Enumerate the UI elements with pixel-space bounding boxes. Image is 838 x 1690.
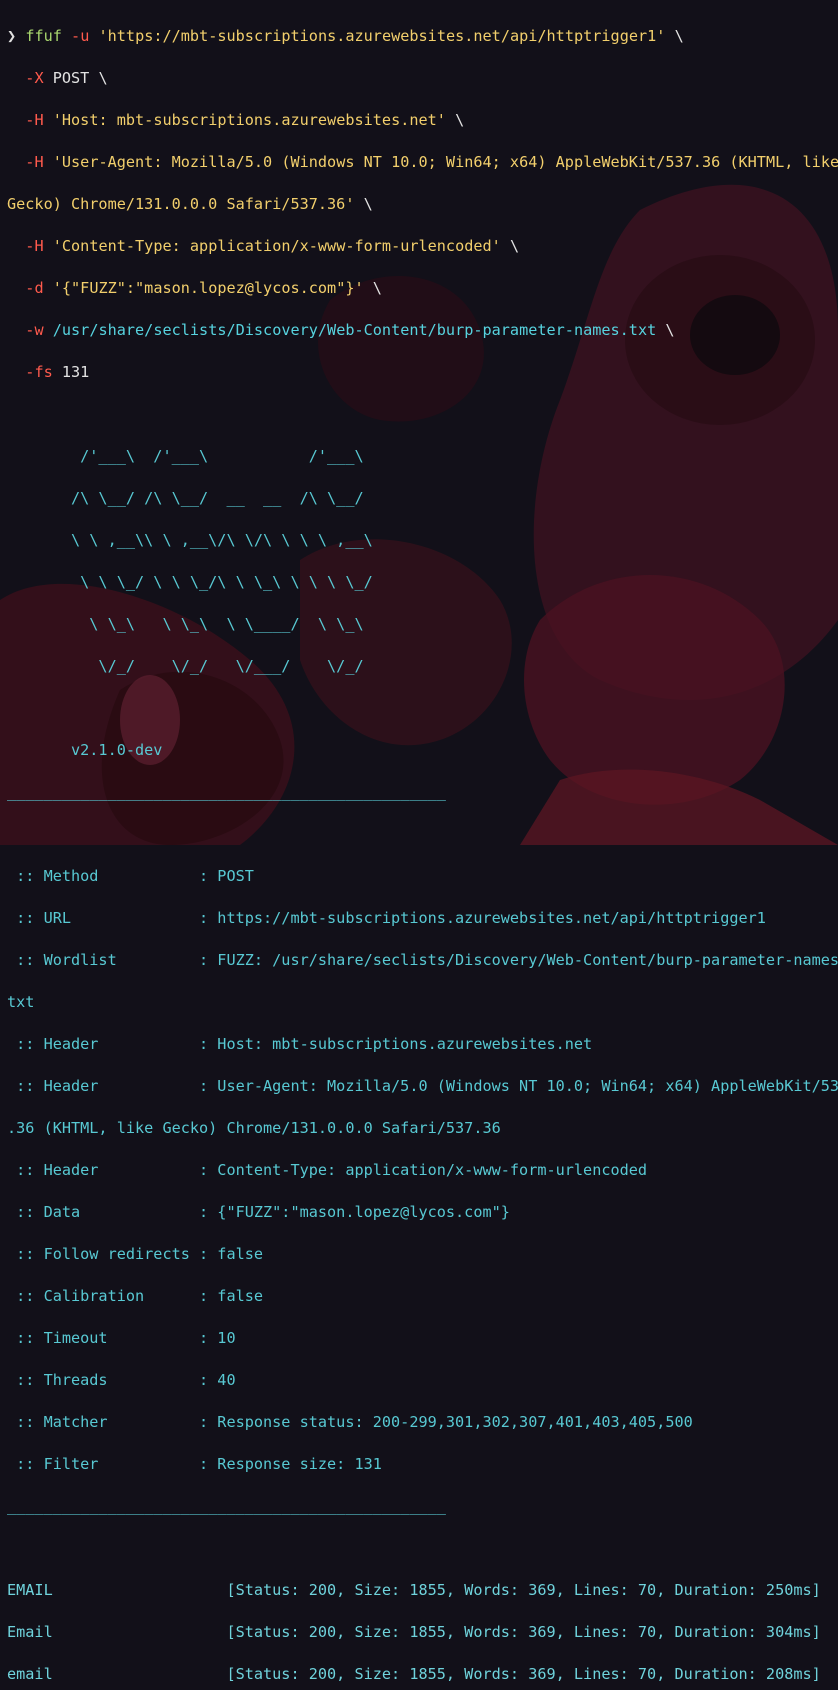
config-line-wordlist-cont: txt [7,993,35,1011]
filter-size-value: 131 [61,363,90,381]
command-line-2: -X POST \ [25,69,108,87]
ffuf-banner-line: /\ \__/ /\ \__/ __ __ /\ \__/ [7,489,364,507]
config-line-calibration: :: Calibration : false [7,1287,264,1305]
result-row: Email [Status: 200, Size: 1855, Words: 3… [7,1623,821,1641]
flag-filter-size: -fs [25,363,53,381]
version-label: v2.1.0-dev [7,741,163,759]
flag-wordlist: -w [25,321,44,339]
command-line-9: -fs 131 [7,362,838,383]
header-ct-value: 'Content-Type: application/x-www-form-ur… [52,237,501,255]
separator-line: ________________________________________… [7,1497,446,1515]
header-host-value: 'Host: mbt-subscriptions.azurewebsites.n… [52,111,446,129]
config-line-threads: :: Threads : 40 [7,1371,236,1389]
flag-header: -H [25,111,44,129]
config-line-filter: :: Filter : Response size: 131 [7,1455,382,1473]
prompt-icon: ❯ [7,27,17,45]
command-program: ffuf [25,27,62,45]
ffuf-banner-line: \ \ ,__\\ \ ,__\/\ \/\ \ \ \ ,__\ [7,531,373,549]
command-line-6: -H 'Content-Type: application/x-www-form… [25,237,520,255]
command-line-1: ❯ ffuf -u 'https://mbt-subscriptions.azu… [7,27,684,45]
config-line-url: :: URL : https://mbt-subscriptions.azure… [7,909,766,927]
terminal-output: ❯ ffuf -u 'https://mbt-subscriptions.azu… [7,5,838,1690]
command-line-5: Gecko) Chrome/131.0.0.0 Safari/537.36' \ [7,195,373,213]
ffuf-banner-line: \ \ \_/ \ \ \_/\ \ \_\ \ \ \ \_/ [7,573,373,591]
flag-header: -H [25,153,44,171]
ffuf-banner-line: /'___\ /'___\ /'___\ [7,447,364,465]
result-row: email [Status: 200, Size: 1855, Words: 3… [7,1665,821,1683]
config-line-header-ua: :: Header : User-Agent: Mozilla/5.0 (Win… [7,1077,838,1095]
data-value: '{"FUZZ":"mason.lopez@lycos.com"}' [52,279,364,297]
header-ua-value-cont: Gecko) Chrome/131.0.0.0 Safari/537.36' [7,195,355,213]
config-line-wordlist: :: Wordlist : FUZZ: /usr/share/seclists/… [7,951,838,969]
flag-method: -X [25,69,44,87]
command-line-7: -d '{"FUZZ":"mason.lopez@lycos.com"}' \ [25,279,382,297]
config-line-header-ct: :: Header : Content-Type: application/x-… [7,1161,648,1179]
config-line-header-ua-cont: .36 (KHTML, like Gecko) Chrome/131.0.0.0… [7,1119,501,1137]
result-row: EMAIL [Status: 200, Size: 1855, Words: 3… [7,1581,821,1599]
flag-header: -H [25,237,44,255]
config-line-matcher: :: Matcher : Response status: 200-299,30… [7,1413,693,1431]
flag-url: -u [71,27,90,45]
ffuf-banner-line: \ \_\ \ \_\ \ \____/ \ \_\ [7,615,364,633]
config-line-method: :: Method : POST [7,867,254,885]
command-line-4: -H 'User-Agent: Mozilla/5.0 (Windows NT … [7,152,838,173]
method-value: POST [52,69,90,87]
config-line-data: :: Data : {"FUZZ":"mason.lopez@lycos.com… [7,1203,510,1221]
flag-data: -d [25,279,44,297]
config-line-follow-redirects: :: Follow redirects : false [7,1245,264,1263]
header-ua-value: 'User-Agent: Mozilla/5.0 (Windows NT 10.… [52,153,838,171]
ffuf-banner-line: \/_/ \/_/ \/___/ \/_/ [7,657,364,675]
config-line-timeout: :: Timeout : 10 [7,1329,236,1347]
config-line-header-host: :: Header : Host: mbt-subscriptions.azur… [7,1035,593,1053]
command-line-8: -w /usr/share/seclists/Discovery/Web-Con… [25,321,675,339]
wordlist-path: /usr/share/seclists/Discovery/Web-Conten… [52,321,657,339]
target-url: 'https://mbt-subscriptions.azurewebsites… [98,27,666,45]
command-line-3: -H 'Host: mbt-subscriptions.azurewebsite… [25,111,465,129]
separator-line: ________________________________________… [7,783,446,801]
